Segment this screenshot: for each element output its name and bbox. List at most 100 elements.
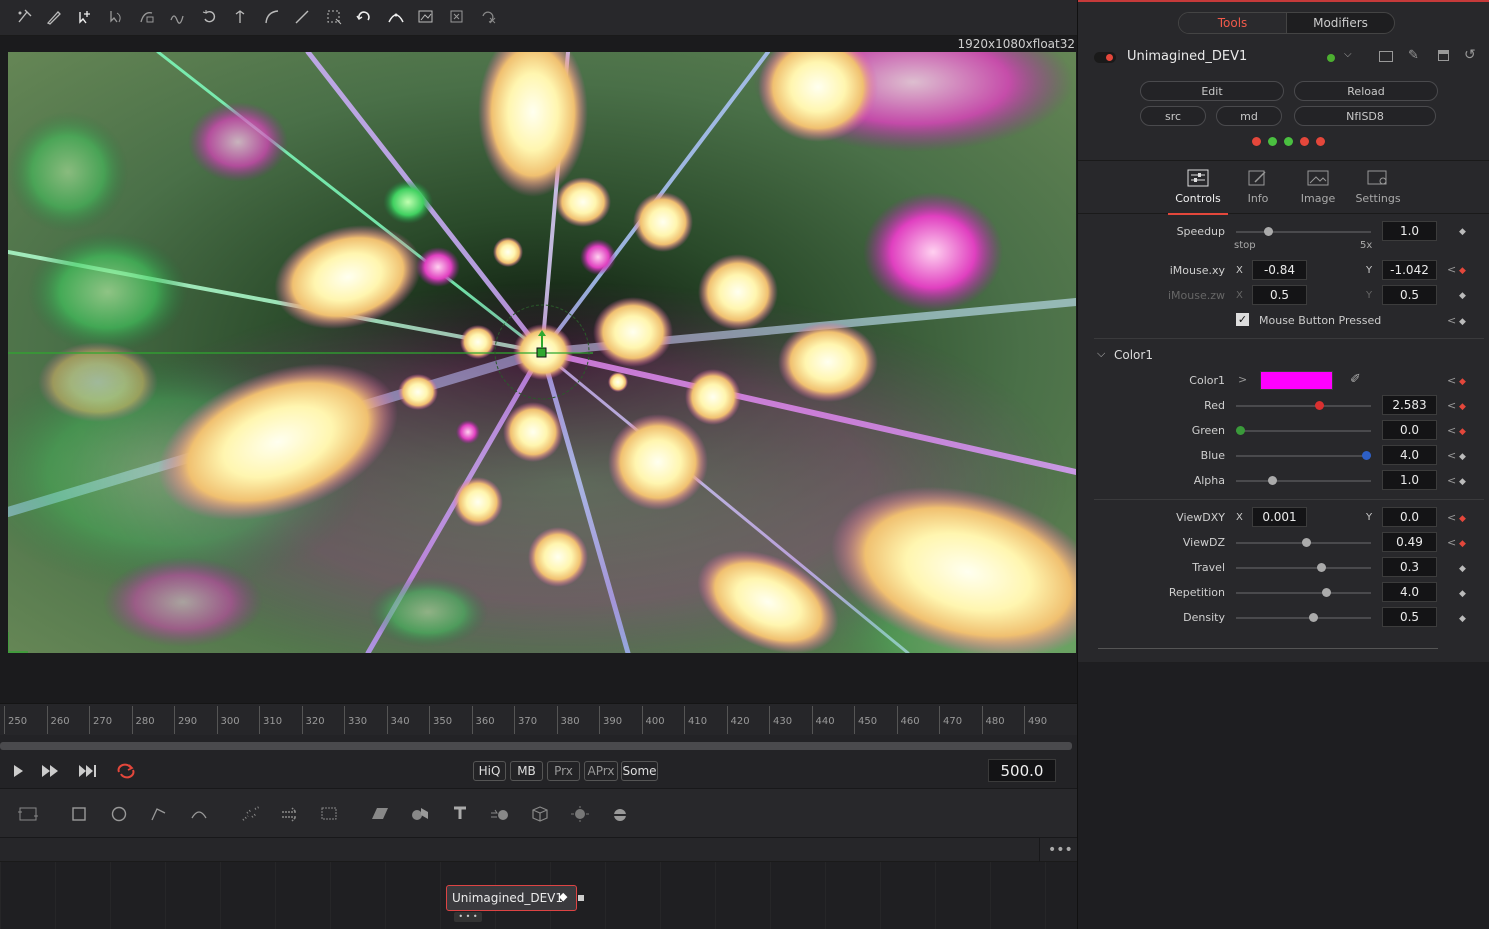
tab-controls[interactable]: Controls: [1168, 169, 1228, 215]
keyframe-icon[interactable]: ◆: [1459, 427, 1466, 437]
ellipse-mask-icon[interactable]: [106, 801, 132, 827]
camera-3d-icon[interactable]: [527, 801, 553, 827]
tab-image[interactable]: Image: [1288, 169, 1348, 215]
close-shape-icon[interactable]: [445, 6, 469, 28]
proxy-button[interactable]: Prx: [547, 761, 580, 781]
version-icon[interactable]: [1379, 51, 1393, 62]
chevron-left-icon[interactable]: <: [1447, 314, 1456, 327]
density-value[interactable]: 0.5: [1382, 607, 1437, 627]
timeline-ruler[interactable]: 250 260 270 280 290 300 310 320 330 340 350 360 370 3…: [0, 703, 1077, 735]
keyframe-icon[interactable]: ◆: [1459, 317, 1466, 327]
shadertoy-id-button[interactable]: NfISD8: [1294, 106, 1436, 126]
chevron-left-icon[interactable]: <: [1447, 374, 1456, 387]
blue-value[interactable]: 4.0: [1382, 445, 1437, 465]
tools-tab[interactable]: Tools: [1179, 13, 1286, 33]
tools-toggle-icon[interactable]: [15, 801, 41, 827]
viewdz-slider[interactable]: [1236, 538, 1371, 547]
mouse-pressed-checkbox[interactable]: ✓: [1236, 313, 1249, 326]
renderer-3d-icon[interactable]: [607, 801, 633, 827]
keyframe-icon[interactable]: ◆: [1459, 539, 1466, 549]
merge-3d-icon[interactable]: [487, 801, 513, 827]
viewdxy-y-value[interactable]: 0.0: [1382, 507, 1437, 527]
keyframe-icon[interactable]: ◆: [1459, 477, 1466, 487]
pin-icon[interactable]: ✎: [1408, 48, 1419, 63]
imouse-y-value[interactable]: -1.042: [1382, 260, 1437, 280]
pen-icon[interactable]: [42, 6, 66, 28]
particle-shape-icon[interactable]: [317, 801, 343, 827]
keyframe-icon[interactable]: ◆: [1459, 614, 1466, 624]
imouse-z-value[interactable]: 0.5: [1252, 285, 1307, 305]
chevron-left-icon[interactable]: <: [1447, 536, 1456, 549]
speedup-value[interactable]: 1.0: [1382, 221, 1437, 241]
imouse-x-value[interactable]: -0.84: [1252, 260, 1307, 280]
slider-knob[interactable]: [1263, 227, 1273, 236]
slider-knob[interactable]: [1301, 538, 1311, 547]
keyframe-icon[interactable]: ◆: [1459, 589, 1466, 599]
reset-icon[interactable]: ↺: [1464, 47, 1476, 63]
reload-button[interactable]: Reload: [1294, 81, 1438, 101]
viewdz-value[interactable]: 0.49: [1382, 532, 1437, 552]
add-point-icon[interactable]: [72, 6, 96, 28]
polygon-mask-icon[interactable]: [146, 801, 172, 827]
bspline-pen-icon[interactable]: [12, 6, 36, 28]
travel-value[interactable]: 0.3: [1382, 557, 1437, 577]
light-3d-icon[interactable]: [567, 801, 593, 827]
green-slider[interactable]: [1236, 426, 1371, 435]
keyframe-icon[interactable]: ◆: [1459, 564, 1466, 574]
motion-blur-button[interactable]: MB: [510, 761, 543, 781]
green-value[interactable]: 0.0: [1382, 420, 1437, 440]
density-slider[interactable]: [1236, 613, 1371, 622]
speedup-slider[interactable]: [1236, 227, 1371, 236]
keyframe-icon[interactable]: ◆: [1459, 452, 1466, 462]
rectangle-mask-icon[interactable]: [66, 801, 92, 827]
auto-proxy-button[interactable]: APrx: [584, 761, 618, 781]
slider-knob[interactable]: [1315, 401, 1325, 410]
chevron-down-icon[interactable]: ⌵: [1344, 49, 1352, 60]
curve-icon[interactable]: [260, 6, 284, 28]
chevron-left-icon[interactable]: <: [1447, 474, 1456, 487]
chevron-left-icon[interactable]: <: [1447, 511, 1456, 524]
red-value[interactable]: 2.583: [1382, 395, 1437, 415]
slider-knob[interactable]: [1316, 563, 1326, 572]
repetition-slider[interactable]: [1236, 588, 1371, 597]
tab-settings[interactable]: Settings: [1348, 169, 1408, 215]
shape-3d-icon[interactable]: [407, 801, 433, 827]
particle-emitter-icon[interactable]: [238, 801, 264, 827]
slider-knob[interactable]: [1362, 451, 1371, 460]
smooth-curve-icon[interactable]: [165, 6, 189, 28]
keyframe-icon[interactable]: ◆: [1459, 514, 1466, 524]
slider-knob[interactable]: [1321, 588, 1331, 597]
node-output-port[interactable]: [578, 895, 584, 901]
tab-info[interactable]: Info: [1228, 169, 1288, 215]
current-frame-field[interactable]: 500.0: [988, 759, 1056, 782]
edit-button[interactable]: Edit: [1140, 81, 1284, 101]
eyedropper-icon[interactable]: ✐: [1350, 372, 1361, 387]
travel-slider[interactable]: [1236, 563, 1371, 572]
color-group-header[interactable]: Color1: [1114, 348, 1153, 362]
keyframe-icon[interactable]: ◆: [1459, 291, 1466, 301]
select-point-icon[interactable]: [104, 6, 128, 28]
selective-update-button[interactable]: Some: [621, 761, 658, 781]
chevron-left-icon[interactable]: <: [1447, 399, 1456, 412]
delete-point-icon[interactable]: [476, 6, 500, 28]
bspline-mask-icon[interactable]: [186, 801, 212, 827]
viewdxy-x-value[interactable]: 0.001: [1252, 507, 1307, 527]
chevron-right-icon[interactable]: >: [1238, 373, 1247, 386]
fast-forward-icon[interactable]: [38, 760, 62, 782]
viewer-image[interactable]: [8, 52, 1076, 653]
repetition-value[interactable]: 4.0: [1382, 582, 1437, 602]
transform-box-icon[interactable]: [414, 6, 438, 28]
more-options-icon[interactable]: •••: [1048, 842, 1073, 858]
box-select-icon[interactable]: [322, 6, 346, 28]
imouse-w-value[interactable]: 0.5: [1382, 285, 1437, 305]
keyframe-icon[interactable]: ◆: [1459, 377, 1466, 387]
lock-icon[interactable]: [1438, 50, 1449, 61]
move-point-icon[interactable]: [228, 6, 252, 28]
lock-point-icon[interactable]: [135, 6, 159, 28]
slider-knob[interactable]: [1267, 476, 1277, 485]
slider-knob[interactable]: [1309, 613, 1319, 622]
src-button[interactable]: src: [1140, 106, 1206, 126]
chevron-left-icon[interactable]: <: [1447, 449, 1456, 462]
red-slider[interactable]: [1236, 401, 1371, 410]
hiq-button[interactable]: HiQ: [473, 761, 506, 781]
